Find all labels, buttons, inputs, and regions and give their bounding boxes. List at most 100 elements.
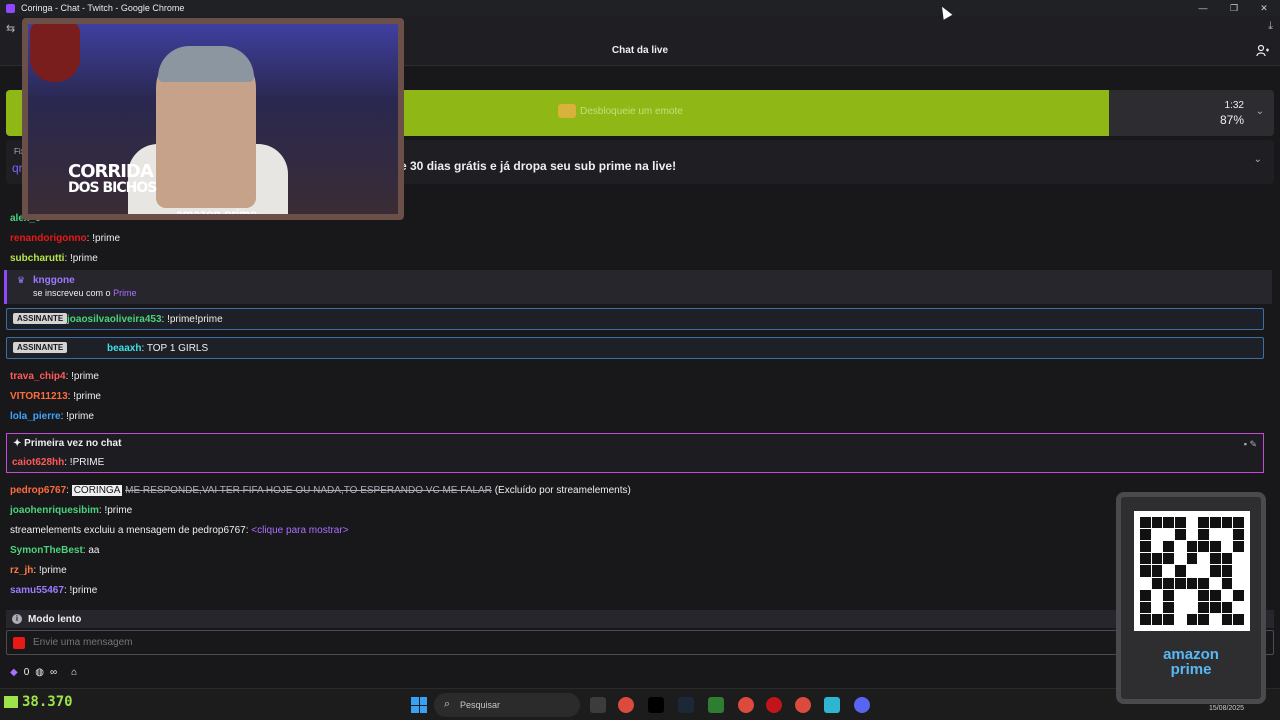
close-button[interactable]: ✕ [1249, 0, 1279, 16]
hype-train-percent: 87% [1219, 113, 1244, 127]
chat-message: renandorigonno: !prime [10, 233, 121, 244]
taskbar-search[interactable]: ⌕ Pesquisar [434, 693, 580, 717]
highlighted-message: ASSINANTE beaaxh: TOP 1 GIRLS [6, 337, 1264, 359]
collapse-icon[interactable]: ⇆ [6, 22, 15, 35]
qr-module [1163, 553, 1174, 565]
qr-module [1186, 601, 1198, 613]
treasure-chest-icon [558, 104, 576, 118]
hype-train-timer: 1:32 [1224, 100, 1244, 111]
qr-module [1221, 601, 1233, 613]
qr-module [1210, 577, 1221, 589]
chrome-alt-icon[interactable] [795, 697, 811, 713]
qr-module [1221, 577, 1233, 589]
qr-module [1233, 517, 1244, 529]
highlighted-message: ASSINANTE joaosilvaoliveira453: !prime!p… [6, 308, 1264, 330]
qr-module [1151, 613, 1163, 625]
qr-module [1233, 613, 1244, 625]
qr-module [1198, 565, 1209, 577]
search-icon: ⌕ [444, 698, 451, 710]
chat-username[interactable]: caiot628hh [12, 457, 64, 468]
qr-module [1198, 529, 1209, 541]
maximize-button[interactable]: ❐ [1219, 0, 1249, 16]
subscriber-badge[interactable]: ASSINANTE [13, 342, 68, 353]
chat-username[interactable]: VITOR11213 [10, 391, 68, 402]
download-icon[interactable]: ⤓ [1268, 20, 1273, 33]
chat-username[interactable]: samu55467 [10, 585, 64, 596]
qr-module [1198, 589, 1209, 601]
gift-icon[interactable]: ⌂ [71, 667, 77, 678]
qr-module [1233, 601, 1244, 613]
subscriber-badge[interactable]: ASSINANTE [13, 313, 68, 324]
chat-input[interactable] [33, 637, 1033, 648]
amazon-prime-logo: amazon prime [1163, 646, 1219, 678]
qr-module [1233, 589, 1244, 601]
qr-module [1175, 517, 1186, 529]
qr-module [1210, 613, 1221, 625]
windows-start-icon[interactable] [411, 697, 427, 713]
users-icon[interactable] [1256, 44, 1270, 58]
qr-module [1233, 577, 1244, 589]
chat-username[interactable]: subcharutti [10, 253, 64, 264]
qr-module [1186, 613, 1198, 625]
qr-module [1151, 529, 1163, 541]
qr-module [1151, 601, 1163, 613]
file-explorer-icon[interactable] [590, 697, 606, 713]
sub-username[interactable]: knggone [33, 275, 75, 286]
chat-bottom-bar: ◆ 0 ◍ ∞ ⌂ [10, 664, 77, 680]
qr-module [1140, 517, 1151, 529]
chat-username[interactable]: beaaxh [107, 343, 141, 354]
qr-module [1140, 553, 1151, 565]
show-message-link[interactable]: <clique para mostrar> [251, 525, 348, 536]
qr-module [1221, 529, 1233, 541]
first-chat-title: ✦ Primeira vez no chat [13, 438, 122, 449]
qr-module [1163, 565, 1174, 577]
steam-icon[interactable] [678, 697, 694, 713]
qr-module [1210, 553, 1221, 565]
red-app-icon[interactable] [766, 697, 782, 713]
qr-module [1175, 553, 1186, 565]
points-icon[interactable]: ◍ [35, 667, 44, 678]
qr-module [1163, 613, 1174, 625]
qr-code [1134, 511, 1250, 631]
qr-module [1233, 565, 1244, 577]
chat-username[interactable]: rz_jh [10, 565, 33, 576]
qr-module [1210, 541, 1221, 553]
chrome-icon[interactable] [618, 697, 634, 713]
chevron-down-icon[interactable]: ⌄ [1254, 154, 1262, 165]
webcam-overlay: CORRIDA DOS BICHOS amazon prime [22, 18, 404, 220]
qr-module [1210, 517, 1221, 529]
window-title: Coringa - Chat - Twitch - Google Chrome [21, 3, 185, 13]
tiktok-icon[interactable] [648, 697, 664, 713]
qr-module [1151, 517, 1163, 529]
chrome-active-icon[interactable] [738, 697, 754, 713]
chat-username[interactable]: joaohenriquesibim [10, 505, 99, 516]
qr-module [1163, 577, 1174, 589]
minimize-button[interactable]: — [1188, 0, 1218, 16]
chevron-down-icon[interactable]: ⌄ [1256, 106, 1264, 117]
chat-input-box[interactable] [6, 630, 1274, 655]
qr-module [1221, 613, 1233, 625]
chat-username[interactable]: lola_pierre [10, 411, 61, 422]
qr-module [1198, 553, 1209, 565]
excel-icon[interactable] [708, 697, 724, 713]
chat-username[interactable]: joaosilvaoliveira453 [67, 314, 162, 325]
chat-username[interactable]: renandorigonno [10, 233, 87, 244]
qr-module [1198, 601, 1209, 613]
chat-username[interactable]: SymonTheBest [10, 545, 83, 556]
bits-icon[interactable]: ◆ [10, 667, 18, 678]
video-icon [13, 637, 25, 649]
qr-module [1140, 541, 1151, 553]
discord-icon[interactable] [854, 697, 870, 713]
qr-module [1186, 589, 1198, 601]
qr-module [1198, 613, 1209, 625]
qr-module [1140, 601, 1151, 613]
edit-icon[interactable]: ▪ ✎ [1244, 439, 1257, 450]
chat-username[interactable]: pedrop6767 [10, 485, 66, 496]
qr-module [1198, 541, 1209, 553]
chat-username[interactable]: trava_chip4 [10, 371, 66, 382]
app-icon[interactable] [824, 697, 840, 713]
qr-module [1186, 565, 1198, 577]
info-icon: i [12, 614, 22, 624]
qr-module [1221, 541, 1233, 553]
qr-module [1198, 577, 1209, 589]
